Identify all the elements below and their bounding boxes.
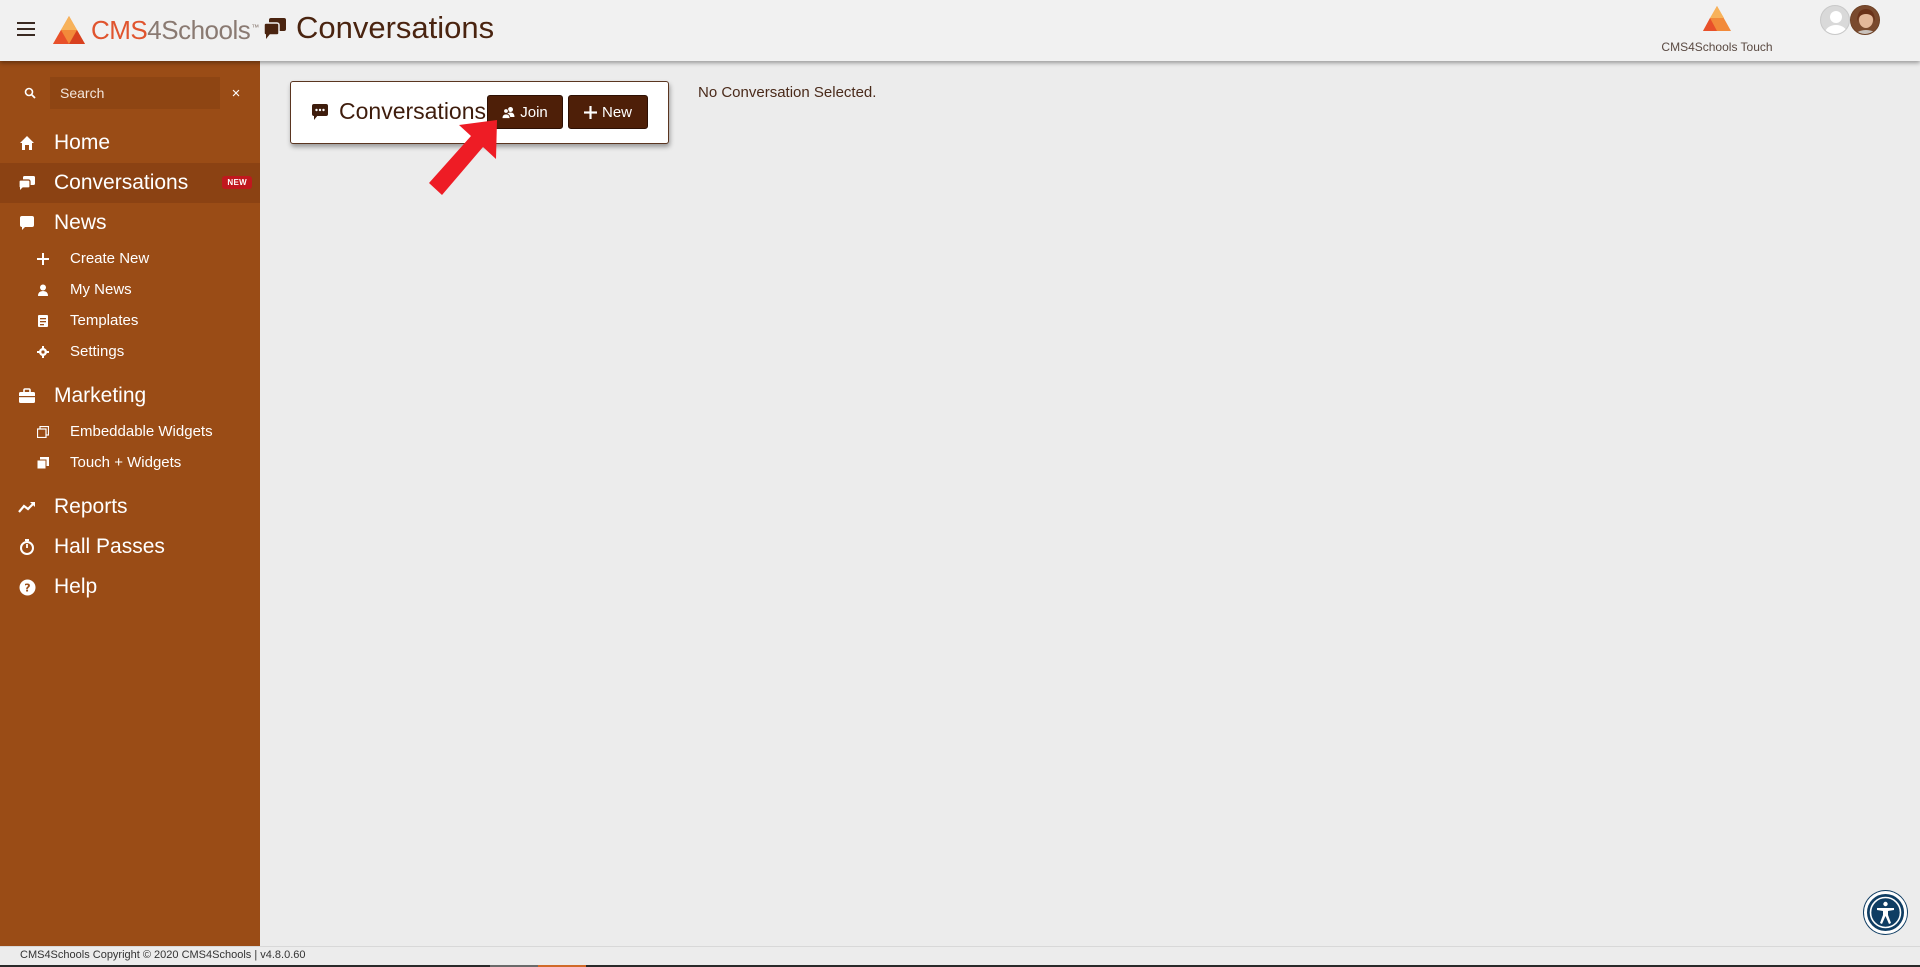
touch-label: CMS4Schools Touch bbox=[1661, 40, 1773, 54]
news-icon bbox=[18, 214, 36, 232]
page-title: Conversations bbox=[296, 10, 495, 45]
brand-cms-text: CMS bbox=[91, 14, 148, 45]
sidebar-item-label: Create New bbox=[70, 250, 150, 267]
sidebar-item-settings[interactable]: Settings bbox=[0, 336, 260, 367]
search-input[interactable] bbox=[50, 77, 220, 109]
touch-logo-icon bbox=[1703, 6, 1731, 31]
sidebar-item-label: Help bbox=[54, 575, 98, 598]
sidebar-item-label: News bbox=[54, 211, 107, 234]
sidebar-item-create-new[interactable]: Create New bbox=[0, 243, 260, 274]
plus-icon bbox=[583, 105, 597, 119]
sidebar-item-touch-widgets[interactable]: Touch + Widgets bbox=[0, 447, 260, 478]
search-icon bbox=[24, 87, 36, 99]
users-icon bbox=[502, 106, 515, 119]
user-avatars[interactable] bbox=[1820, 5, 1884, 37]
chat-bubble-icon bbox=[312, 104, 328, 120]
sidebar-item-home[interactable]: Home bbox=[0, 123, 260, 163]
sidebar-item-label: Marketing bbox=[54, 384, 147, 407]
sidebar-item-label: Touch + Widgets bbox=[70, 454, 182, 471]
help-icon: ? bbox=[18, 578, 36, 596]
sidebar: × Home Conversations NEW bbox=[0, 61, 260, 946]
default-avatar-icon[interactable] bbox=[1820, 5, 1850, 35]
empty-state-message: No Conversation Selected. bbox=[698, 84, 877, 101]
annotation-arrow-icon bbox=[429, 120, 497, 195]
brand-4schools-text: 4Schools bbox=[147, 14, 251, 45]
join-button-label: Join bbox=[520, 103, 548, 121]
sidebar-item-label: Home bbox=[54, 131, 111, 154]
stack-icon bbox=[36, 456, 50, 470]
home-icon bbox=[18, 134, 36, 152]
templates-icon bbox=[36, 314, 50, 328]
accessibility-icon[interactable] bbox=[1864, 891, 1907, 934]
trend-icon bbox=[18, 498, 36, 516]
cms4schools-logo-icon bbox=[53, 16, 85, 44]
sidebar-item-marketing[interactable]: Marketing bbox=[0, 376, 260, 416]
widget-icon bbox=[36, 425, 50, 439]
menu-toggle-icon[interactable] bbox=[17, 22, 35, 36]
brand-logo[interactable]: CMS 4Schools ™ bbox=[51, 13, 259, 47]
sidebar-item-label: Hall Passes bbox=[54, 535, 165, 558]
briefcase-icon bbox=[18, 387, 36, 405]
footer: CMS4Schools Copyright © 2020 CMS4Schools… bbox=[0, 946, 1920, 967]
sidebar-item-embeddable-widgets[interactable]: Embeddable Widgets bbox=[0, 416, 260, 447]
sidebar-item-news[interactable]: News bbox=[0, 203, 260, 243]
sidebar-item-conversations[interactable]: Conversations NEW bbox=[0, 163, 260, 203]
user-icon bbox=[36, 283, 50, 297]
sidebar-item-help[interactable]: ? Help bbox=[0, 567, 260, 607]
conversations-icon bbox=[18, 174, 36, 192]
sidebar-nav: Home Conversations NEW News Create New M… bbox=[0, 123, 260, 607]
stopwatch-icon bbox=[18, 538, 36, 556]
sidebar-item-label: My News bbox=[70, 281, 132, 298]
sidebar-item-templates[interactable]: Templates bbox=[0, 305, 260, 336]
sidebar-item-label: Templates bbox=[70, 312, 139, 329]
sidebar-item-label: Reports bbox=[54, 495, 128, 518]
cms4schools-touch-link[interactable]: CMS4Schools Touch bbox=[1652, 5, 1782, 54]
sidebar-item-label: Embeddable Widgets bbox=[70, 423, 213, 440]
sidebar-search: × bbox=[15, 77, 245, 109]
user-photo-avatar[interactable] bbox=[1850, 5, 1880, 35]
new-badge: NEW bbox=[222, 176, 252, 189]
page-heading: Conversations bbox=[263, 10, 494, 46]
gear-icon bbox=[36, 345, 50, 359]
svg-text:?: ? bbox=[24, 581, 30, 594]
sidebar-item-label: Conversations bbox=[54, 171, 189, 194]
plus-icon bbox=[36, 252, 50, 266]
sidebar-item-reports[interactable]: Reports bbox=[0, 487, 260, 527]
conversations-icon bbox=[263, 18, 286, 39]
sidebar-item-label: Settings bbox=[70, 343, 125, 360]
sidebar-item-my-news[interactable]: My News bbox=[0, 274, 260, 305]
new-button-label: New bbox=[601, 103, 632, 121]
sidebar-item-hall-passes[interactable]: Hall Passes bbox=[0, 527, 260, 567]
top-header: CMS 4Schools ™ Conversations CMS4Schools… bbox=[0, 0, 1920, 61]
footer-copyright: CMS4Schools Copyright © 2020 CMS4Schools… bbox=[20, 949, 306, 961]
brand-trademark: ™ bbox=[251, 23, 260, 32]
new-button[interactable]: New bbox=[568, 95, 648, 129]
search-clear-icon[interactable]: × bbox=[228, 85, 244, 102]
